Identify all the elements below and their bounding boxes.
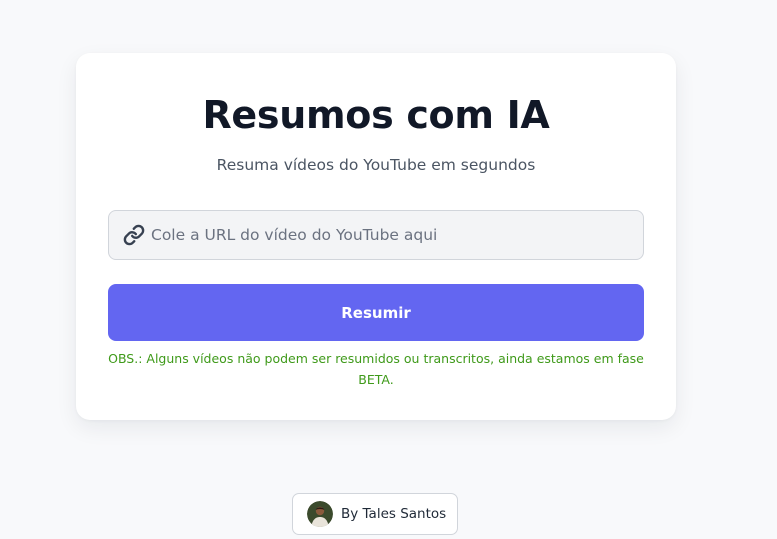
author-credit-badge[interactable]: By Tales Santos: [292, 493, 458, 535]
avatar: [307, 501, 333, 527]
youtube-url-input[interactable]: [151, 211, 631, 259]
beta-notice: OBS.: Alguns vídeos não podem ser resumi…: [108, 351, 644, 387]
summarize-button[interactable]: Resumir: [108, 284, 644, 341]
page-subtitle: Resuma vídeos do YouTube em segundos: [216, 156, 536, 174]
link-icon: [123, 224, 145, 246]
youtube-url-field[interactable]: [108, 210, 644, 260]
summary-card: Resumos com IA Resuma vídeos do YouTube …: [76, 53, 676, 420]
author-credit: By Tales Santos: [341, 506, 447, 522]
page-title: Resumos com IA: [202, 93, 550, 137]
